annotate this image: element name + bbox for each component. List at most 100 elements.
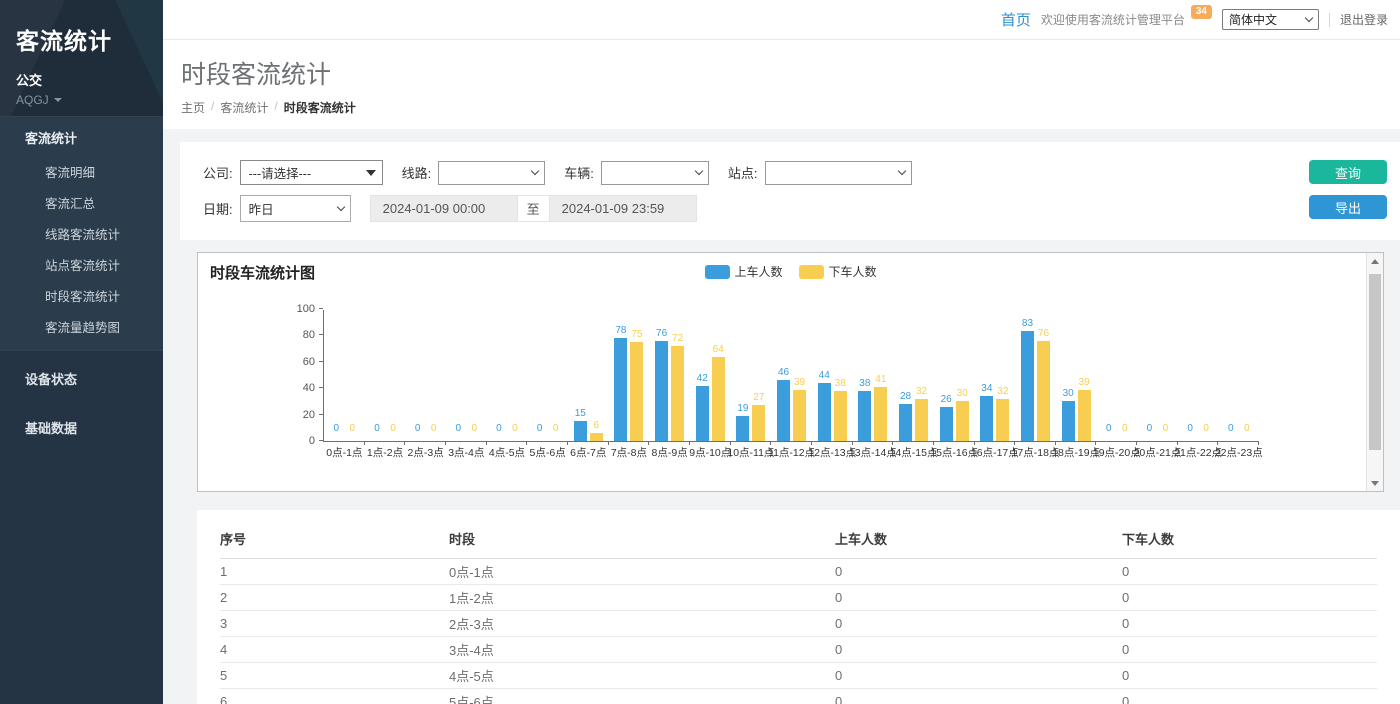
bar-column: 72 (671, 310, 684, 441)
bar-column: 0 (411, 310, 424, 441)
sidebar-item-基础数据[interactable]: 基础数据 (0, 406, 163, 449)
station-select[interactable] (765, 161, 912, 185)
scrollbar-thumb[interactable] (1369, 274, 1381, 450)
bar-column: 15 (574, 310, 587, 441)
sidebar-item-站点客流统计[interactable]: 站点客流统计 (0, 249, 163, 280)
chart-category: 0020点-21点 (1137, 310, 1178, 441)
bar-column: 78 (614, 310, 627, 441)
bar-column: 34 (980, 310, 993, 441)
breadcrumb-item[interactable]: 主页 (181, 99, 205, 116)
chevron-down-icon (695, 167, 703, 175)
table-cell: 2点-3点 (449, 614, 835, 633)
breadcrumb: 主页/客流统计/时段客流统计 (181, 99, 1400, 116)
bar-column: 32 (915, 310, 928, 441)
bar-value-label: 64 (713, 344, 724, 355)
bar-alighting (793, 390, 806, 441)
bar-value-label: 26 (941, 394, 952, 405)
table-cell: 0 (1122, 668, 1377, 683)
date-preset-select[interactable]: 昨日 (240, 195, 351, 222)
breadcrumb-item[interactable]: 客流统计 (220, 99, 268, 116)
filter-row-1: 公司: ---请选择--- 线路: 车辆: (203, 160, 1388, 185)
sidebar: 客流统计 公交 AQGJ 客流统计 客流明细客流汇总线路客流统计站点客流统计时段… (0, 0, 163, 704)
table-cell: 0 (835, 694, 1122, 704)
bar-alighting (1078, 390, 1091, 441)
table-row: 54点-5点00 (220, 663, 1377, 689)
bar-value-label: 83 (1022, 318, 1033, 329)
bar-alighting (671, 346, 684, 441)
bar-boarding (736, 416, 749, 441)
legend-item-上车人数[interactable]: 上车人数 (704, 263, 782, 280)
legend-item-下车人数[interactable]: 下车人数 (799, 263, 877, 280)
logout-link[interactable]: 退出登录 (1340, 11, 1388, 28)
query-button[interactable]: 查询 (1309, 160, 1387, 184)
chevron-down-icon (531, 167, 539, 175)
date-end-input[interactable]: 2024-01-09 23:59 (549, 195, 697, 222)
bar-column: 76 (655, 310, 668, 441)
bar-boarding (696, 386, 709, 441)
date-preset-value: 昨日 (249, 199, 274, 218)
table-cell: 0 (835, 642, 1122, 657)
station-label: 站点: (728, 163, 758, 182)
line-select[interactable] (438, 161, 545, 185)
home-link[interactable]: 首页 (1001, 9, 1031, 30)
y-axis-label: 80 (303, 329, 315, 341)
table-cell: 3点-4点 (449, 640, 835, 659)
sidebar-item-客流量趋势图[interactable]: 客流量趋势图 (0, 311, 163, 342)
bar-column: 83 (1021, 310, 1034, 441)
bar-value-label: 0 (1106, 423, 1112, 434)
chart-category: 283214点-15点 (893, 310, 934, 441)
bar-column: 32 (996, 310, 1009, 441)
chart-category: 384113点-14点 (853, 310, 894, 441)
company-select-value: ---请选择--- (249, 163, 311, 182)
chart-category: 1566点-7点 (568, 310, 609, 441)
x-axis-label: 9点-10点 (689, 445, 731, 460)
vehicle-select[interactable] (601, 161, 709, 185)
sidebar-item-时段客流统计[interactable]: 时段客流统计 (0, 280, 163, 311)
bar-value-label: 0 (1163, 423, 1169, 434)
x-axis-label: 8点-9点 (651, 445, 687, 460)
bar-alighting (956, 401, 969, 441)
table-cell: 0 (835, 564, 1122, 579)
bar-value-label: 72 (672, 333, 683, 344)
bar-value-label: 0 (1187, 423, 1193, 434)
bar-boarding (940, 407, 953, 441)
org-code-dropdown[interactable]: AQGJ (16, 93, 147, 107)
filter-station: 站点: (728, 161, 912, 185)
chart-plot: 020406080100 000点-1点001点-2点002点-3点003点-4… (323, 310, 1259, 442)
filter-panel: 公司: ---请选择--- 线路: 车辆: (180, 142, 1400, 240)
table-cell: 0 (1122, 694, 1377, 704)
bar-value-label: 0 (1147, 423, 1153, 434)
table-header-row: 序号时段上车人数下车人数 (220, 522, 1377, 559)
scrollbar-up-button[interactable] (1367, 253, 1383, 269)
bar-boarding (574, 421, 587, 441)
sidebar-item-线路客流统计[interactable]: 线路客流统计 (0, 218, 163, 249)
sidebar-logo-area: 客流统计 公交 AQGJ (0, 0, 163, 116)
chart-category: 263015点-16点 (934, 310, 975, 441)
chart-category: 002点-3点 (405, 310, 446, 441)
chevron-down-icon (336, 203, 344, 211)
table-cell: 0 (1122, 590, 1377, 605)
table-cell: 6 (220, 694, 449, 704)
x-axis-label: 7点-8点 (611, 445, 647, 460)
bar-value-label: 38 (835, 378, 846, 389)
bar-value-label: 46 (778, 367, 789, 378)
main-area: 首页 欢迎使用客流统计管理平台 34 简体中文 退出登录 时段客流统计 主页/客… (163, 0, 1400, 704)
language-select[interactable]: 简体中文 (1222, 9, 1319, 30)
sidebar-item-客流汇总[interactable]: 客流汇总 (0, 187, 163, 218)
bar-column: 0 (1102, 310, 1115, 441)
chart-category: 463911点-12点 (771, 310, 812, 441)
bar-column: 0 (346, 310, 359, 441)
company-select[interactable]: ---请选择--- (240, 160, 383, 185)
export-button[interactable]: 导出 (1309, 195, 1387, 219)
bar-column: 0 (330, 310, 343, 441)
table-row: 43点-4点00 (220, 637, 1377, 663)
bar-value-label: 15 (575, 408, 586, 419)
bar-column: 64 (712, 310, 725, 441)
table-cell: 5 (220, 668, 449, 683)
scrollbar-down-button[interactable] (1367, 475, 1383, 491)
date-start-input[interactable]: 2024-01-09 00:00 (370, 195, 518, 222)
sidebar-item-设备状态[interactable]: 设备状态 (0, 357, 163, 400)
filter-vehicle: 车辆: (564, 161, 709, 185)
sidebar-item-客流明细[interactable]: 客流明细 (0, 156, 163, 187)
sidebar-group-header[interactable]: 客流统计 (0, 117, 163, 156)
